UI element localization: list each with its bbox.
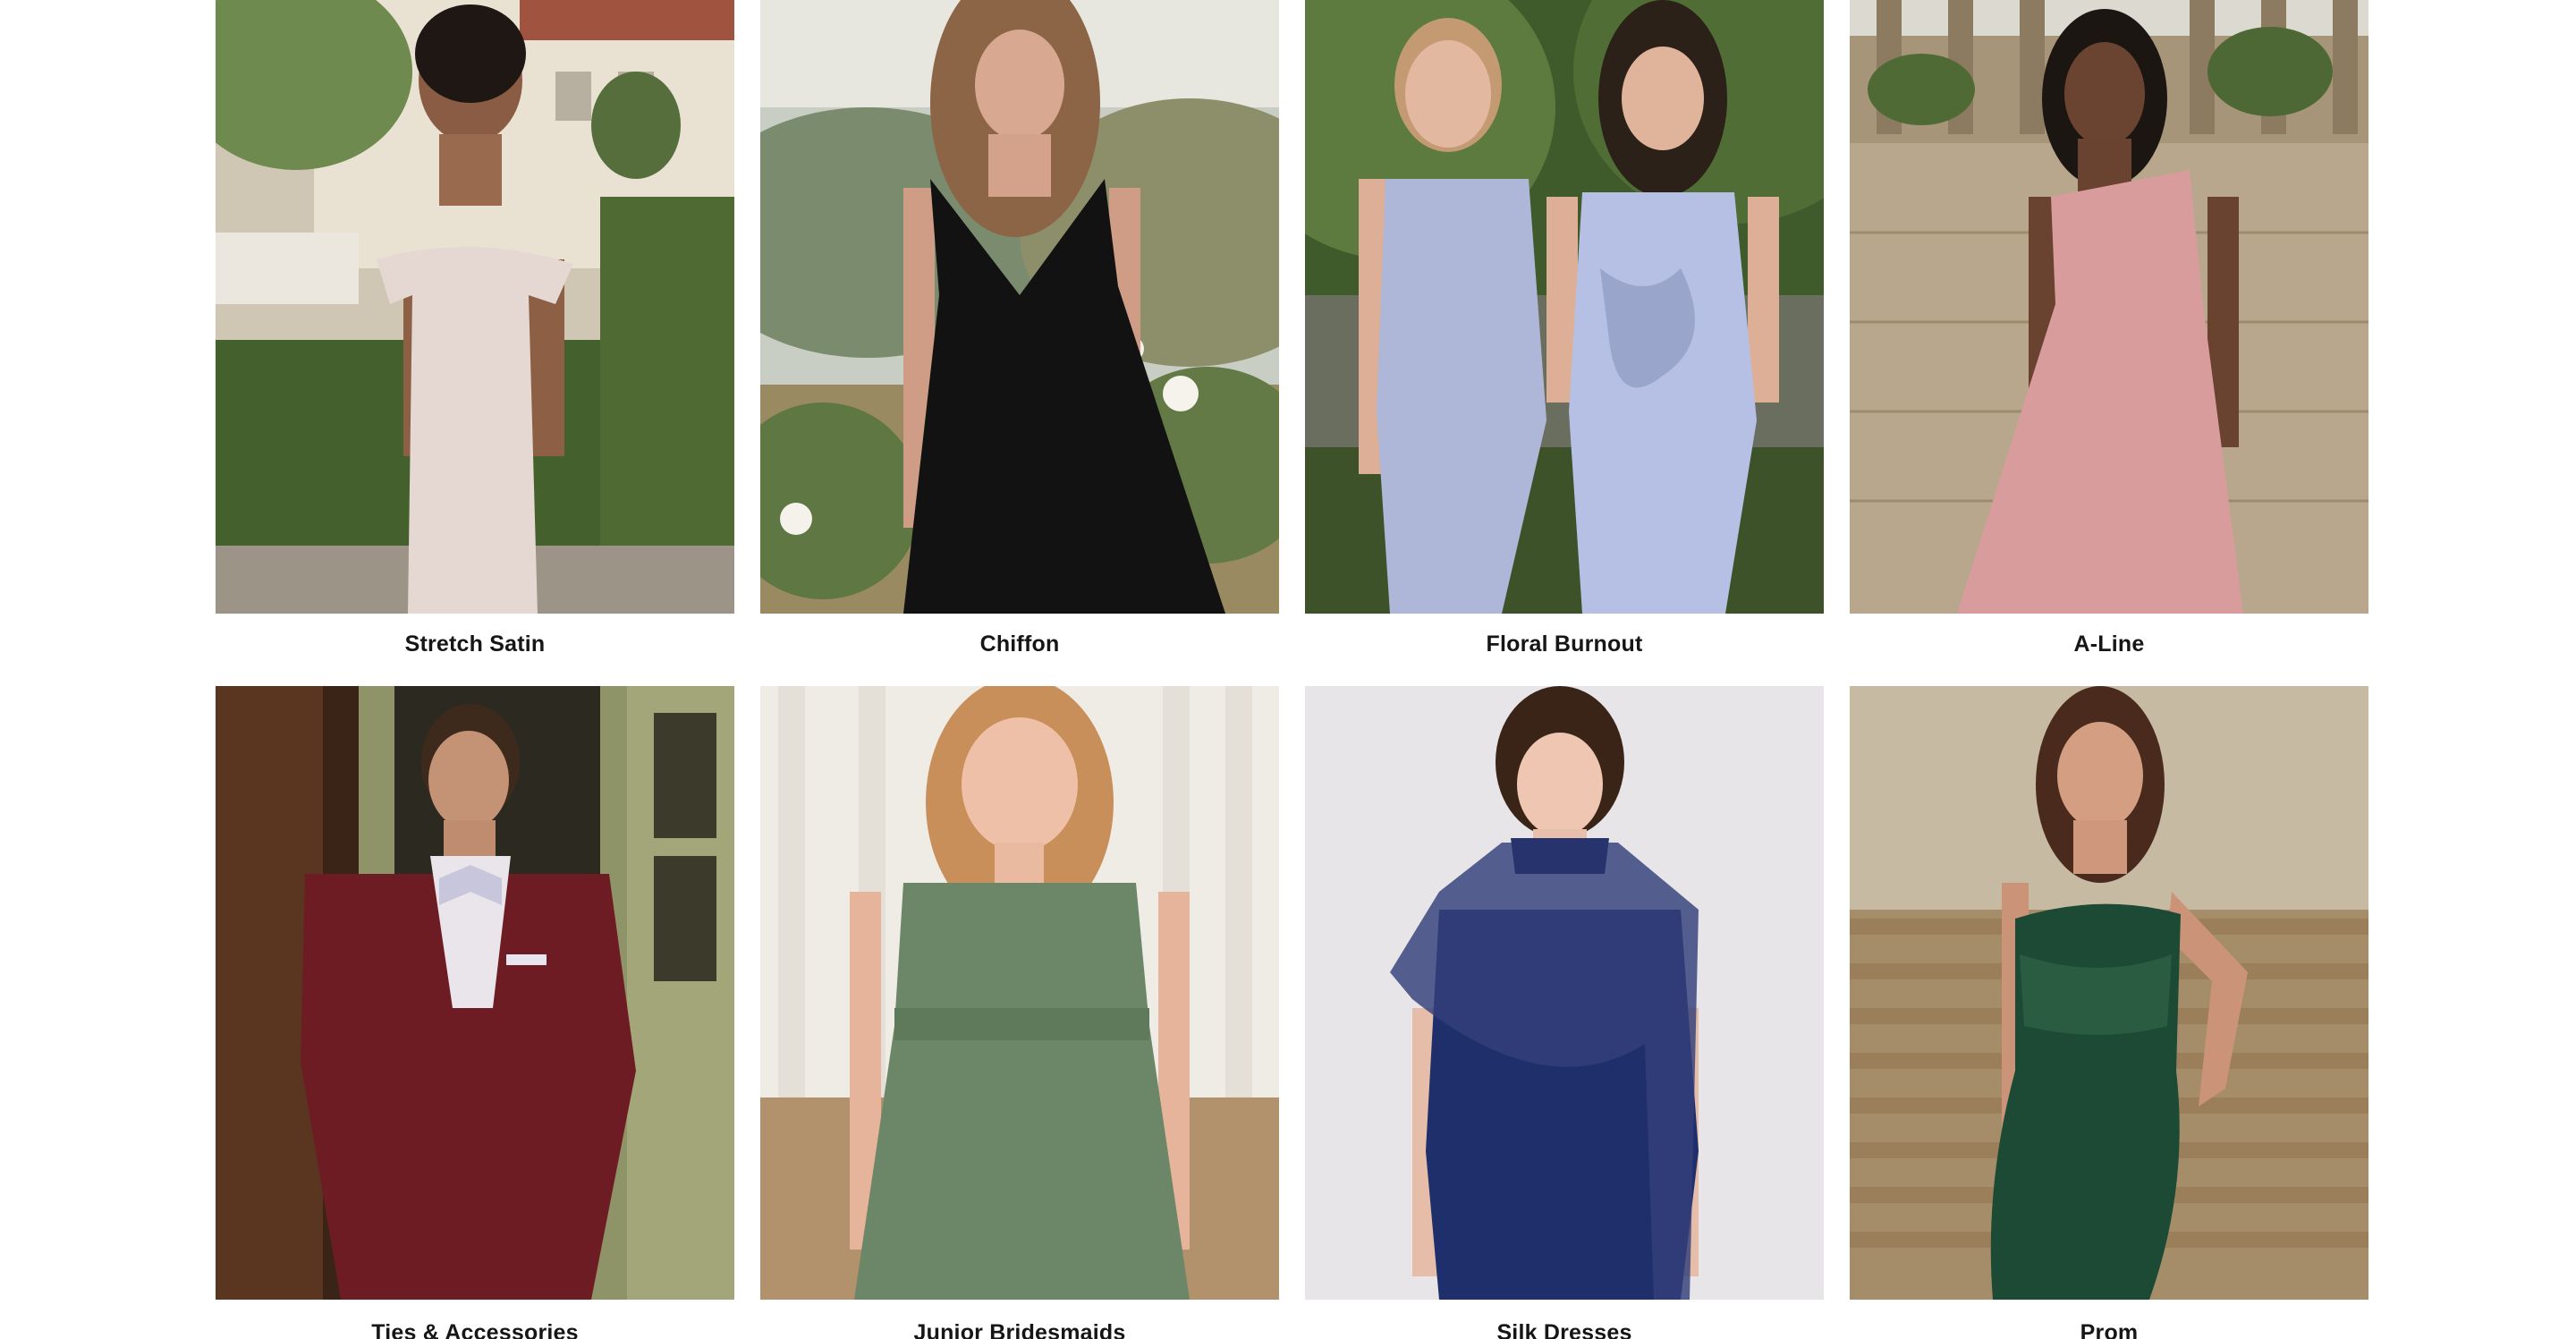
category-tile-floral-burnout[interactable]: Floral Burnout — [1305, 0, 1824, 666]
category-tile-silk-dresses[interactable]: Silk Dresses — [1305, 666, 1824, 1339]
category-tile-junior-bridesmaids[interactable]: Junior Bridesmaids — [760, 666, 1279, 1339]
category-label[interactable]: A-Line — [1850, 631, 2368, 657]
a-line-image[interactable] — [1850, 0, 2368, 614]
category-label[interactable]: Stretch Satin — [216, 631, 734, 657]
prom-image[interactable] — [1850, 686, 2368, 1300]
chiffon-image[interactable] — [760, 0, 1279, 614]
category-label[interactable]: Ties & Accessories — [216, 1320, 734, 1339]
category-tile-stretch-satin[interactable]: Stretch Satin — [216, 0, 734, 666]
category-grid: Stretch Satin Chiffon Floral Burnout A-L… — [216, 0, 2368, 1339]
category-tile-a-line[interactable]: A-Line — [1850, 0, 2368, 666]
junior-bridesmaids-image[interactable] — [760, 686, 1279, 1300]
category-label[interactable]: Junior Bridesmaids — [760, 1320, 1279, 1339]
category-label[interactable]: Silk Dresses — [1305, 1320, 1824, 1339]
category-tile-ties-accessories[interactable]: Ties & Accessories — [216, 666, 734, 1339]
category-label[interactable]: Chiffon — [760, 631, 1279, 657]
floral-burnout-image[interactable] — [1305, 0, 1824, 614]
category-tile-chiffon[interactable]: Chiffon — [760, 0, 1279, 666]
silk-dresses-image[interactable] — [1305, 686, 1824, 1300]
ties-accessories-image[interactable] — [216, 686, 734, 1300]
category-label[interactable]: Floral Burnout — [1305, 631, 1824, 657]
stretch-satin-image[interactable] — [216, 0, 734, 614]
category-tile-prom[interactable]: Prom — [1850, 666, 2368, 1339]
category-label[interactable]: Prom — [1850, 1320, 2368, 1339]
